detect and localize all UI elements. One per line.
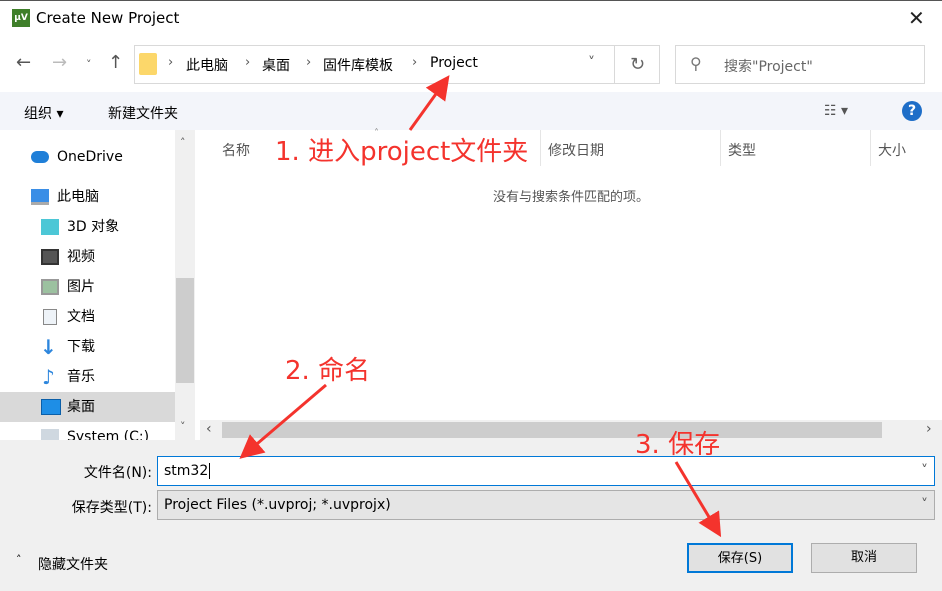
annotation-step-3: 3. 保存 <box>635 430 721 460</box>
annotation-arrows <box>239 75 722 538</box>
annotation-step-2: 2. 命名 <box>285 356 371 386</box>
annotation-step-1: 1. 进入project文件夹 <box>275 137 529 167</box>
annotation-arrow-3 <box>674 461 722 538</box>
annotation-arrow-1 <box>408 75 450 131</box>
annotation-arrow-2 <box>239 383 327 459</box>
